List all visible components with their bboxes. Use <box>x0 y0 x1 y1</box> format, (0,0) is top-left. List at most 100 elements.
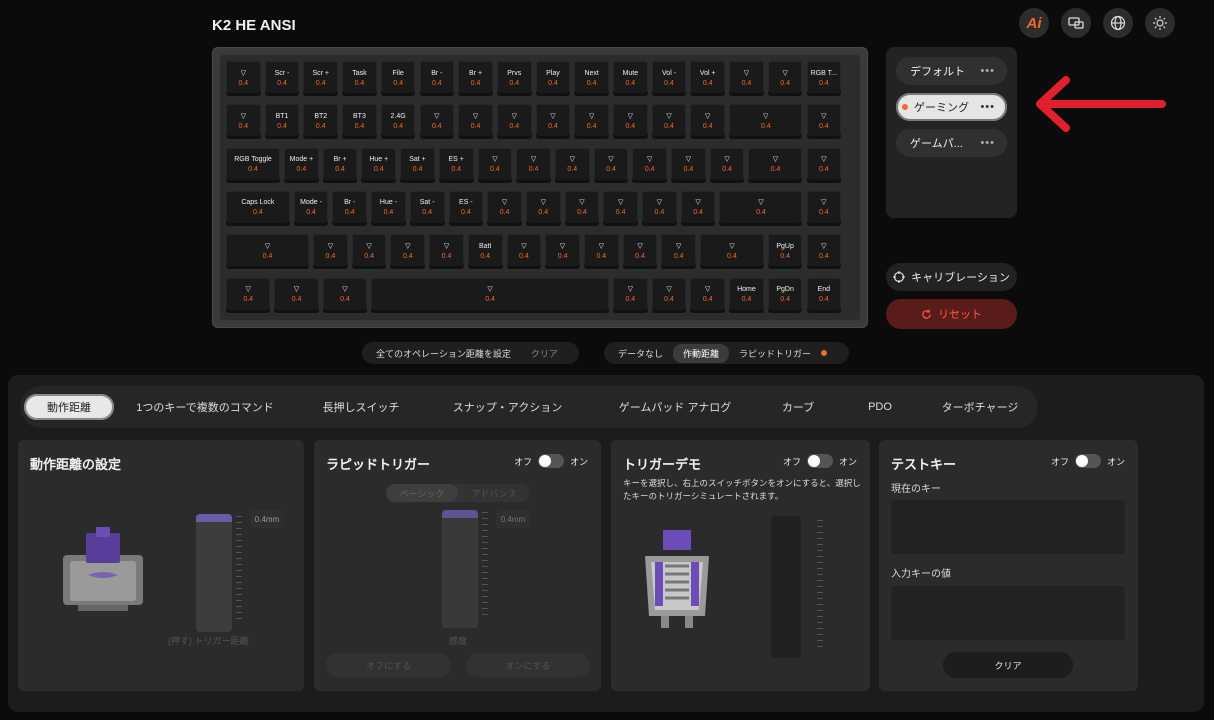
key[interactable]: Br - 0.4 <box>332 190 368 226</box>
tab-hold-switch[interactable]: 長押しスイッチ <box>316 394 406 420</box>
key[interactable]: Br + 0.4 <box>458 61 493 96</box>
key[interactable]: ▽ 0.4 <box>651 104 687 140</box>
key[interactable]: ▽ 0.4 <box>632 147 668 183</box>
key[interactable]: PgUp 0.4 <box>767 234 803 270</box>
view-no-data[interactable]: データなし <box>608 344 673 363</box>
tab-pdo[interactable]: PDO <box>850 394 910 420</box>
toggle-switch[interactable] <box>807 454 834 468</box>
key[interactable]: ▽ 0.4 <box>613 277 648 313</box>
key[interactable]: Br - 0.4 <box>419 61 455 96</box>
key[interactable]: ▽ 0.4 <box>554 147 590 183</box>
key[interactable]: ▽ 0.4 <box>226 104 261 140</box>
key[interactable]: ▽ 0.4 <box>226 277 271 313</box>
monitor-icon[interactable] <box>1061 8 1091 38</box>
key[interactable]: ▽ 0.4 <box>603 190 638 226</box>
key[interactable]: ▽ 0.4 <box>322 277 368 313</box>
key[interactable]: Br + 0.4 <box>322 147 358 183</box>
view-actuation[interactable]: 作動距離 <box>673 343 730 363</box>
key[interactable]: Vol + 0.4 <box>690 61 726 96</box>
key[interactable]: ▽ 0.4 <box>496 104 532 140</box>
key[interactable]: Next 0.4 <box>574 61 609 96</box>
key[interactable]: ES - 0.4 <box>448 190 484 226</box>
key[interactable]: Mode - 0.4 <box>293 190 329 226</box>
key[interactable]: ▽ 0.4 <box>622 234 658 270</box>
key[interactable]: ▽ 0.4 <box>680 190 716 226</box>
key[interactable]: Hue - 0.4 <box>371 190 406 226</box>
key[interactable]: ▽ 0.4 <box>390 234 426 270</box>
key[interactable]: ▽ 0.4 <box>709 147 745 183</box>
key[interactable]: ▽ 0.4 <box>700 234 764 270</box>
trigger-demo-toggle[interactable]: オフ オン <box>783 454 857 468</box>
view-rapid-trigger[interactable]: ラピッドトリガー <box>729 344 821 363</box>
key[interactable]: Scr - 0.4 <box>264 61 300 96</box>
tab-multi-command[interactable]: 1つのキーで複数のコマンド <box>130 394 280 420</box>
key[interactable]: ▽ 0.4 <box>748 147 803 183</box>
key[interactable]: ▽ 0.4 <box>506 234 542 270</box>
key[interactable]: BT3 0.4 <box>342 104 377 140</box>
globe-icon[interactable] <box>1103 8 1133 38</box>
tab-gamepad-analog[interactable]: ゲームパッド アナログ <box>605 394 745 420</box>
key[interactable]: Vol - 0.4 <box>651 61 687 96</box>
key[interactable]: ▽ 0.4 <box>806 234 842 270</box>
sensitivity-slider[interactable] <box>442 510 478 628</box>
key[interactable]: ▽ 0.4 <box>477 147 513 183</box>
key[interactable]: ▽ 0.4 <box>313 234 348 270</box>
key[interactable]: ▽ 0.4 <box>226 61 261 96</box>
key[interactable]: Home 0.4 <box>729 277 764 313</box>
key[interactable]: ▽ 0.4 <box>767 61 803 96</box>
key[interactable]: BT1 0.4 <box>264 104 300 140</box>
key[interactable]: ▽ 0.4 <box>429 234 464 270</box>
key[interactable]: ▽ 0.4 <box>583 234 619 270</box>
key[interactable]: Prvs 0.4 <box>496 61 532 96</box>
key[interactable]: ES + 0.4 <box>438 147 474 183</box>
tab-curve[interactable]: カーブ <box>768 394 828 420</box>
key[interactable]: ▽ 0.4 <box>661 234 697 270</box>
key[interactable]: ▽ 0.4 <box>719 190 803 226</box>
test-key-toggle[interactable]: オフ オン <box>1051 454 1125 468</box>
key[interactable]: ▽ 0.4 <box>525 190 561 226</box>
key[interactable]: ▽ 0.4 <box>545 234 580 270</box>
reset-button[interactable]: リセット <box>886 299 1017 329</box>
key[interactable]: ▽ 0.4 <box>487 190 522 226</box>
key[interactable]: ▽ 0.4 <box>535 104 571 140</box>
ai-icon[interactable]: Ai <box>1019 8 1049 38</box>
rapid-trigger-toggle[interactable]: オフ オン <box>514 454 588 468</box>
clear-button[interactable]: クリア <box>521 344 568 363</box>
key[interactable]: Sat + 0.4 <box>400 147 435 183</box>
mode-advanced[interactable]: アドバンス <box>458 484 530 502</box>
profile-default[interactable]: デフォルト ••• <box>896 57 1007 85</box>
key[interactable]: ▽ 0.4 <box>642 190 677 226</box>
key[interactable]: ▽ 0.4 <box>671 147 706 183</box>
key[interactable]: End 0.4 <box>806 277 842 313</box>
key[interactable]: ▽ 0.4 <box>458 104 493 140</box>
key[interactable]: ▽ 0.4 <box>351 234 387 270</box>
key[interactable]: ▽ 0.4 <box>564 190 600 226</box>
key[interactable]: Play 0.4 <box>535 61 571 96</box>
key[interactable]: ▽ 0.4 <box>806 104 842 140</box>
key[interactable]: Mute 0.4 <box>613 61 648 96</box>
key[interactable]: ▽ 0.4 <box>516 147 551 183</box>
key[interactable]: ▽ 0.4 <box>806 147 842 183</box>
enable-button[interactable]: オンにする <box>466 653 590 677</box>
key[interactable]: Caps Lock 0.4 <box>226 190 290 226</box>
key[interactable]: ▽ 0.4 <box>593 147 629 183</box>
key[interactable]: ▽ 0.4 <box>274 277 319 313</box>
tab-actuation[interactable]: 動作距離 <box>24 394 114 420</box>
profile-gaming[interactable]: ゲーミング ••• <box>896 93 1007 121</box>
key[interactable]: ▽ 0.4 <box>371 277 609 313</box>
key[interactable]: Mode + 0.4 <box>284 147 319 183</box>
toggle-switch[interactable] <box>538 454 565 468</box>
key[interactable]: 2.4G 0.4 <box>380 104 416 140</box>
key[interactable]: Scr + 0.4 <box>303 61 339 96</box>
actuation-slider[interactable] <box>196 514 232 632</box>
tab-snap-action[interactable]: スナップ・アクション <box>440 394 575 420</box>
disable-button[interactable]: オフにする <box>326 653 451 677</box>
key[interactable]: ▽ 0.4 <box>419 104 455 140</box>
key[interactable]: BT2 0.4 <box>303 104 339 140</box>
key[interactable]: ▽ 0.4 <box>651 277 687 313</box>
key[interactable]: RGB T... 0.4 <box>806 61 842 96</box>
brightness-icon[interactable] <box>1145 8 1175 38</box>
key[interactable]: Batt 0.4 <box>467 234 503 270</box>
key[interactable]: RGB Toggle 0.4 <box>226 147 281 183</box>
mode-basic[interactable]: ベーシック <box>386 484 458 502</box>
